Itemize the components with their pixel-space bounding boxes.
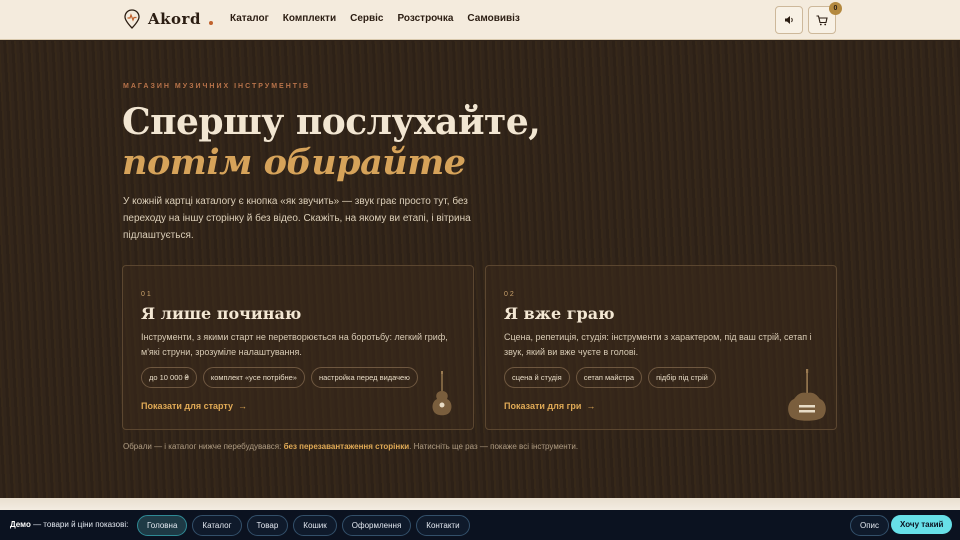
brand-name: Akord	[148, 10, 201, 28]
hero-title: Спершу послухайте,	[122, 101, 541, 143]
hero-eyebrow: МАГАЗИН МУЗИЧНИХ ІНСТРУМЕНТІВ	[123, 83, 311, 90]
filter-note: Обрали — і каталог нижче перебудувався: …	[123, 442, 578, 451]
card-number: 01	[141, 291, 153, 298]
demo-page-home[interactable]: Головна	[137, 515, 188, 536]
nav-pickup[interactable]: Самовивіз	[467, 13, 519, 24]
card-title: Я лише починаю	[141, 304, 302, 323]
brand-dot	[208, 21, 213, 25]
stage-card-player[interactable]: 02 Я вже граю Сцена, репетиція, студія: …	[485, 265, 837, 430]
demo-page-product[interactable]: Товар	[246, 515, 289, 536]
demo-label-text: — товари й ціни показові:	[30, 520, 129, 529]
stage-card-beginner[interactable]: 01 Я лише починаю Інструменти, з якими с…	[122, 265, 474, 430]
note-text-end: . Натисніть ще раз — покаже всі інструме…	[409, 442, 579, 451]
demo-page-contacts[interactable]: Контакти	[416, 515, 470, 536]
show-for-start-link[interactable]: Показати для старту →	[141, 401, 247, 411]
hero-section: МАГАЗИН МУЗИЧНИХ ІНСТРУМЕНТІВ Спершу пос…	[0, 41, 960, 498]
want-this-button[interactable]: Хочу такий	[891, 515, 953, 534]
link-label: Показати для старту	[141, 401, 234, 411]
card-description: Сцена, репетиція, студія: інструменти з …	[504, 332, 812, 357]
link-label: Показати для гри	[504, 401, 582, 411]
tag: настройка перед видачею	[310, 367, 418, 388]
demo-label-bold: Демо	[10, 520, 31, 529]
arrow-right-icon: →	[235, 401, 248, 411]
show-for-play-link[interactable]: Показати для гри →	[504, 401, 595, 411]
cart-icon	[816, 14, 828, 25]
note-text: Обрали — і каталог нижче перебудувався:	[123, 442, 282, 451]
demo-page-nav: Головна Каталог Товар Кошик Оформлення К…	[137, 515, 470, 536]
speaker-icon	[784, 16, 793, 24]
arrow-right-icon: →	[583, 401, 596, 411]
demo-page-catalog[interactable]: Каталог	[192, 515, 242, 536]
hero-title-accent: потім обирайте	[122, 142, 466, 183]
card-title: Я вже граю	[504, 304, 615, 323]
hero-lead: У кожній картці каталогу є кнопка «як зв…	[123, 196, 471, 241]
demo-page-cart[interactable]: Кошик	[293, 515, 337, 536]
about-button[interactable]: Опис	[850, 515, 890, 536]
nav-service[interactable]: Сервіс	[350, 13, 383, 24]
tag: до 10 000 ₴	[141, 367, 197, 388]
demo-label: Демо — товари й ціни показові:	[10, 520, 128, 529]
tag: комплект «усе потрібне»	[202, 367, 305, 388]
main-nav: Каталог Комплекти Сервіс Розстрочка Само…	[230, 13, 520, 24]
site-header: Akord Каталог Комплекти Сервіс Розстрочк…	[0, 0, 960, 40]
demo-bar: Демо — товари й ціни показові: Головна К…	[0, 510, 960, 540]
electric-guitar-icon	[788, 369, 826, 421]
nav-installments[interactable]: Розстрочка	[398, 13, 454, 24]
tag: підбір під стрій	[648, 367, 716, 388]
card-number: 02	[504, 291, 516, 298]
sound-toggle-button[interactable]	[775, 6, 803, 34]
tag: сцена й студія	[504, 367, 570, 388]
pin-icon	[124, 9, 140, 29]
acoustic-guitar-icon	[432, 371, 452, 416]
section-divider	[0, 498, 960, 510]
brand-logo[interactable]: Akord	[124, 9, 213, 29]
demo-page-checkout[interactable]: Оформлення	[341, 515, 412, 536]
nav-catalog[interactable]: Каталог	[230, 13, 269, 24]
card-tags: до 10 000 ₴ комплект «усе потрібне» наст…	[141, 367, 418, 388]
card-tags: сцена й студія сетап майстра підбір під …	[504, 367, 716, 388]
tag: сетап майстра	[575, 367, 643, 388]
cart-count-badge: 0	[829, 2, 842, 15]
card-description: Інструменти, з якими старт не перетворює…	[141, 332, 448, 357]
nav-bundles[interactable]: Комплекти	[283, 13, 336, 24]
note-highlight: без перезавантаження сторінки	[283, 442, 410, 451]
